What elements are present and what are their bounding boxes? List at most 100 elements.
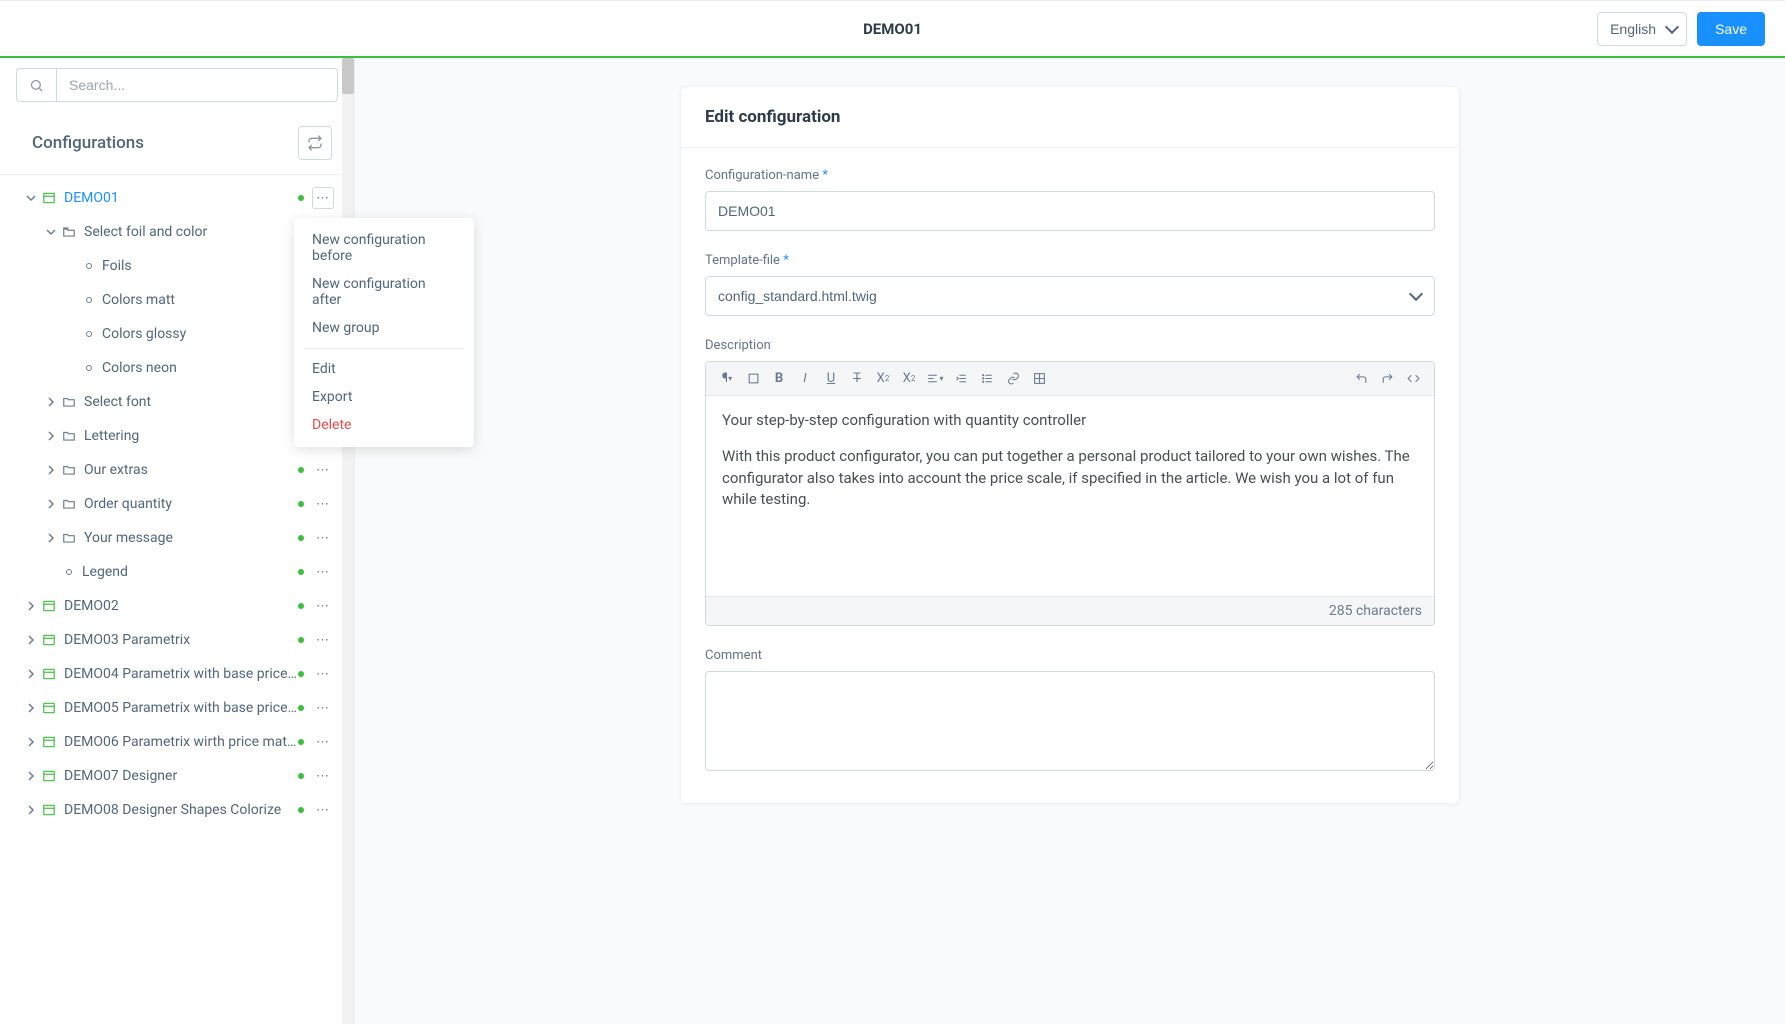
chevron-right-icon[interactable] [24,601,38,611]
ctx-edit[interactable]: Edit [294,355,474,383]
chevron-right-icon[interactable] [44,499,58,509]
more-button[interactable]: ⋯ [312,187,334,209]
bullet-icon [86,263,92,269]
config-icon [42,633,56,647]
paragraph-icon[interactable]: ¶▾ [714,367,740,391]
tree-item-folder[interactable]: Your message ⋯ [0,521,340,555]
more-button[interactable]: ⋯ [312,493,334,515]
more-button[interactable]: ⋯ [312,459,334,481]
tree-label: DEMO01 [64,190,298,206]
folder-icon [62,463,76,477]
tree-item-folder[interactable]: Select font ⋯ [0,385,340,419]
tree-item-config[interactable]: DEMO02 ⋯ [0,589,340,623]
list-icon[interactable] [974,367,1000,391]
ctx-new-group[interactable]: New group [294,314,474,342]
chevron-right-icon[interactable] [44,431,58,441]
tree-label: DEMO04 Parametrix with base price and a [64,666,298,682]
tree-item-config[interactable]: DEMO05 Parametrix with base price and a … [0,691,340,725]
align-icon[interactable]: ▾ [922,367,948,391]
chevron-right-icon[interactable] [24,669,38,679]
scrollbar-thumb[interactable] [342,58,354,94]
config-icon [42,599,56,613]
tree-item-leaf[interactable]: Colors glossy [0,317,340,351]
italic-icon[interactable]: I [792,367,818,391]
tree-item-folder[interactable]: Select foil and color [0,215,340,249]
underline-icon[interactable]: U [818,367,844,391]
tree-item-folder[interactable]: Lettering ⋯ [0,419,340,453]
subscript-icon[interactable]: X2 [896,367,922,391]
indent-icon[interactable] [948,367,974,391]
more-button[interactable]: ⋯ [312,663,334,685]
ctx-new-after[interactable]: New configuration after [294,270,474,314]
config-name-input[interactable] [705,191,1435,231]
tree-item-folder[interactable]: Order quantity ⋯ [0,487,340,521]
chevron-right-icon[interactable] [24,703,38,713]
fullscreen-icon[interactable] [740,367,766,391]
folder-icon [62,531,76,545]
edit-card: Edit configuration Configuration-name * … [680,86,1460,804]
undo-icon[interactable] [1348,367,1374,391]
more-button[interactable]: ⋯ [312,731,334,753]
more-button[interactable]: ⋯ [312,799,334,821]
tree-item-config[interactable]: DEMO03 Parametrix ⋯ [0,623,340,657]
chevron-right-icon[interactable] [24,737,38,747]
ctx-new-before[interactable]: New configuration before [294,226,474,270]
main-content: Edit configuration Configuration-name * … [355,58,1785,1024]
status-dot [298,739,304,745]
tree-label: Your message [84,530,298,546]
tree-item-config[interactable]: DEMO04 Parametrix with base price and a … [0,657,340,691]
more-button[interactable]: ⋯ [312,765,334,787]
config-icon [42,701,56,715]
tree-item-leaf[interactable]: Colors neon [0,351,340,385]
link-icon[interactable] [1000,367,1026,391]
tree-label: DEMO08 Designer Shapes Colorize [64,802,298,818]
tree-label: DEMO07 Designer [64,768,298,784]
status-dot [298,671,304,677]
superscript-icon[interactable]: X2 [870,367,896,391]
chevron-down-icon[interactable] [24,193,38,203]
comment-label: Comment [705,648,1435,663]
code-icon[interactable] [1400,367,1426,391]
more-button[interactable]: ⋯ [312,697,334,719]
sync-button[interactable] [298,126,332,160]
chevron-down-icon[interactable] [44,227,58,237]
chevron-right-icon[interactable] [24,805,38,815]
status-dot [298,195,304,201]
config-icon [42,803,56,817]
more-button[interactable]: ⋯ [312,561,334,583]
comment-textarea[interactable] [705,671,1435,771]
search-icon [17,69,57,101]
save-button[interactable]: Save [1697,12,1765,46]
tree-label: Legend [82,564,298,580]
language-select[interactable]: English [1597,12,1687,46]
config-icon [42,191,56,205]
tree-item-config[interactable]: DEMO07 Designer ⋯ [0,759,340,793]
ctx-export[interactable]: Export [294,383,474,411]
tree-item-config[interactable]: DEMO06 Parametrix wirth price matrix ⋯ [0,725,340,759]
chevron-right-icon[interactable] [44,397,58,407]
folder-icon [62,497,76,511]
search-input[interactable] [57,77,337,93]
bold-icon[interactable]: B [766,367,792,391]
more-button[interactable]: ⋯ [312,595,334,617]
tree-item-leaf[interactable]: Foils [0,249,340,283]
editor-content[interactable]: Your step-by-step configuration with qua… [706,396,1434,596]
tree-item-demo01[interactable]: DEMO01 ⋯ [0,181,340,215]
desc-p2: With this product configurator, you can … [722,446,1418,511]
chevron-right-icon[interactable] [44,533,58,543]
ctx-delete[interactable]: Delete [294,411,474,439]
template-select[interactable]: config_standard.html.twig [705,276,1435,316]
tree-item-folder[interactable]: Our extras ⋯ [0,453,340,487]
table-icon[interactable] [1026,367,1052,391]
scrollbar-track[interactable] [342,58,354,1024]
strike-icon[interactable]: T [844,367,870,391]
chevron-right-icon[interactable] [44,465,58,475]
more-button[interactable]: ⋯ [312,629,334,651]
tree-item-leaf[interactable]: Colors matt [0,283,340,317]
more-button[interactable]: ⋯ [312,527,334,549]
chevron-right-icon[interactable] [24,635,38,645]
tree-item-config[interactable]: DEMO08 Designer Shapes Colorize ⋯ [0,793,340,827]
redo-icon[interactable] [1374,367,1400,391]
tree-item-leaf[interactable]: Legend ⋯ [0,555,340,589]
chevron-right-icon[interactable] [24,771,38,781]
